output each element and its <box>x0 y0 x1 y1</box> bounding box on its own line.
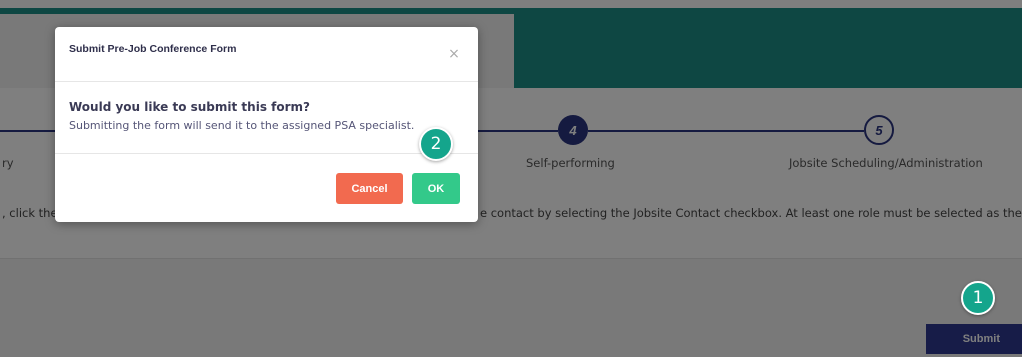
modal-header: Submit Pre-Job Conference Form × <box>55 27 478 82</box>
ok-button[interactable]: OK <box>412 173 460 204</box>
cancel-button[interactable]: Cancel <box>336 173 403 204</box>
modal-title: Submit Pre-Job Conference Form <box>69 43 237 55</box>
submit-confirmation-dialog: Submit Pre-Job Conference Form × Would y… <box>55 27 478 222</box>
close-icon[interactable]: × <box>445 45 463 63</box>
modal-question: Would you like to submit this form? <box>69 100 310 114</box>
callout-badge-2: 2 <box>419 127 453 161</box>
callout-badge-1: 1 <box>961 281 995 315</box>
modal-message: Submitting the form will send it to the … <box>69 119 415 132</box>
modal-body: Would you like to submit this form? Subm… <box>55 83 478 154</box>
